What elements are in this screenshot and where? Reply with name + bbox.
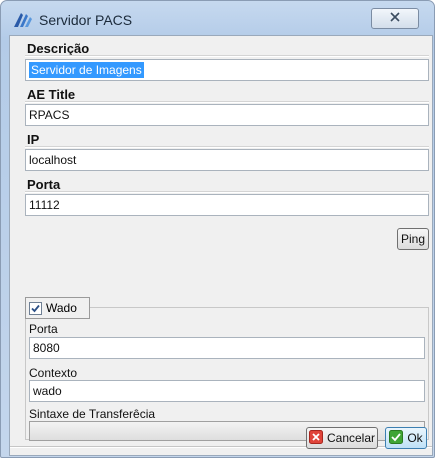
porta-label: Porta <box>27 177 61 192</box>
separator <box>25 101 429 103</box>
descricao-label: Descrição <box>27 41 90 56</box>
app-icon <box>12 11 34 29</box>
sintaxe-label: Sintaxe de Transferêcia <box>29 407 156 421</box>
separator <box>25 55 429 57</box>
wado-porta-value: 8080 <box>33 341 60 355</box>
ping-button-label: Ping <box>400 232 426 246</box>
dialog-body: Descrição Servidor de Imagens AE Title R… <box>9 35 433 456</box>
contexto-field[interactable]: wado <box>29 380 425 402</box>
dialog-window: Servidor PACS Descrição Servidor de Imag… <box>0 0 435 458</box>
porta-value: 11112 <box>29 198 60 212</box>
porta-field[interactable]: 11112 <box>25 194 429 216</box>
close-button[interactable] <box>371 8 419 29</box>
contexto-label: Contexto <box>29 366 78 380</box>
ip-label: IP <box>27 132 40 147</box>
wado-porta-field[interactable]: 8080 <box>29 337 425 359</box>
wado-porta-label: Porta <box>29 322 58 336</box>
cancel-button-label: Cancelar <box>326 431 376 445</box>
wado-checkbox-label: Wado <box>46 301 77 315</box>
checkbox-checked-icon[interactable] <box>29 301 42 315</box>
ip-value: localhost <box>29 153 77 167</box>
close-icon <box>389 10 401 28</box>
descricao-field[interactable]: Servidor de Imagens <box>25 59 429 81</box>
ae-title-label: AE Title <box>27 87 76 102</box>
ping-button[interactable]: Ping <box>397 228 429 250</box>
title-bar[interactable]: Servidor PACS <box>1 1 434 34</box>
window-title: Servidor PACS <box>39 12 133 28</box>
ae-title-field[interactable]: RPACS <box>25 104 429 126</box>
ok-button-label: Ok <box>407 431 423 445</box>
cancel-button[interactable]: Cancelar <box>306 427 378 449</box>
contexto-value: wado <box>33 384 62 398</box>
wado-checkbox[interactable]: Wado <box>25 297 90 319</box>
ip-field[interactable]: localhost <box>25 149 429 171</box>
cancel-icon <box>308 429 323 447</box>
separator <box>25 146 429 148</box>
ok-button[interactable]: Ok <box>385 427 427 449</box>
descricao-value: Servidor de Imagens <box>29 62 144 78</box>
separator <box>25 191 429 193</box>
ae-title-value: RPACS <box>29 108 70 122</box>
ok-icon <box>389 429 404 447</box>
